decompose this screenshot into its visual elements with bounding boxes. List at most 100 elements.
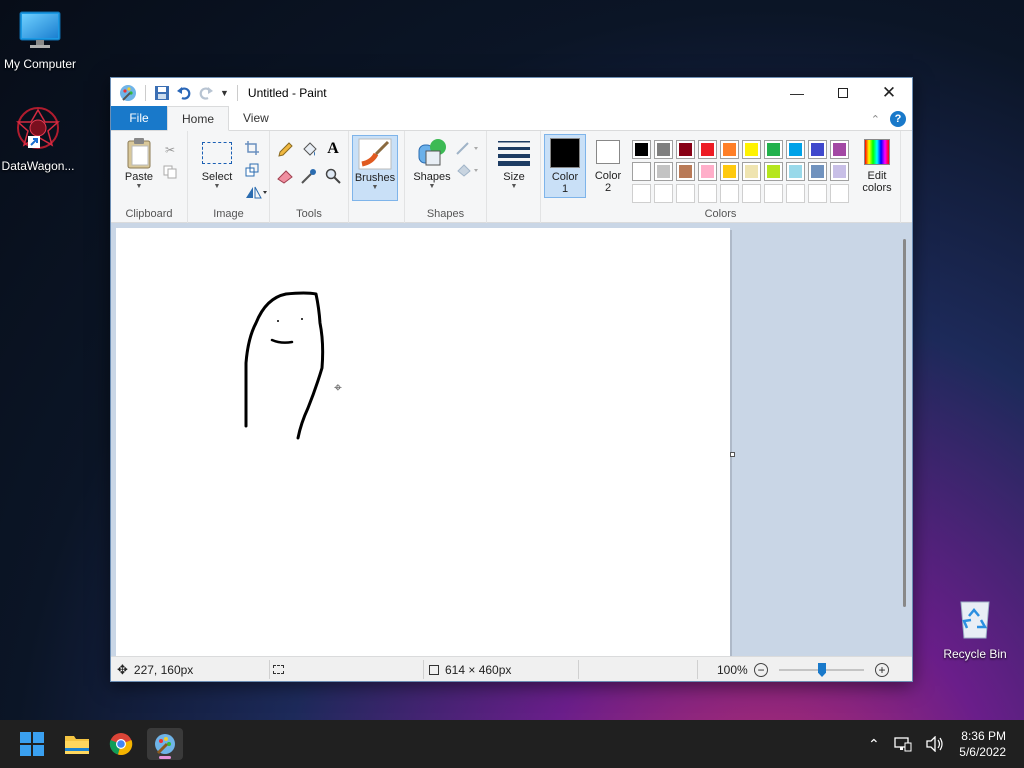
ribbon: Paste ▼ ✂ Clipboard Select ▼ Image A Too… (111, 131, 912, 223)
color-swatch[interactable] (676, 162, 695, 181)
color-swatch[interactable] (698, 162, 717, 181)
color-swatch-empty[interactable] (808, 184, 827, 203)
edit-colors-button[interactable]: Edit colors (855, 134, 899, 196)
clock[interactable]: 8:36 PM 5/6/2022 (959, 728, 1006, 760)
zoom-out-button[interactable]: − (754, 657, 768, 682)
color-swatch[interactable] (764, 140, 783, 159)
zoom-level: 100% (717, 662, 748, 677)
help-icon[interactable]: ? (890, 111, 906, 127)
color-swatch[interactable] (654, 140, 673, 159)
color-swatch[interactable] (698, 140, 717, 159)
shapes-icon (418, 139, 446, 166)
color2-button[interactable]: Color 2 (588, 134, 628, 196)
color-swatch[interactable] (742, 140, 761, 159)
color-palette (632, 140, 854, 208)
color-swatch[interactable] (720, 162, 739, 181)
color-swatch-empty[interactable] (632, 184, 651, 203)
desktop-icon-my-computer[interactable]: My Computer (0, 10, 80, 71)
cursor-position-icon: ✥ (117, 661, 128, 677)
copy-icon[interactable] (161, 163, 179, 181)
outline-icon[interactable] (455, 139, 481, 157)
taskbar-chrome[interactable] (103, 728, 139, 760)
customize-quick-access-icon[interactable]: ▼ (220, 88, 229, 98)
zoom-in-button[interactable]: + (875, 657, 889, 682)
color-swatch[interactable] (654, 162, 673, 181)
text-icon[interactable]: A (324, 140, 342, 158)
taskbar-paint[interactable] (147, 728, 183, 760)
zoom-slider[interactable] (779, 663, 864, 677)
color-swatch[interactable] (830, 140, 849, 159)
rotate-icon[interactable] (243, 183, 269, 201)
tab-file[interactable]: File (111, 106, 167, 130)
start-button[interactable] (14, 728, 50, 760)
color-swatch-empty[interactable] (676, 184, 695, 203)
color-swatch-empty[interactable] (830, 184, 849, 203)
color2-label-line1: Color (594, 170, 622, 182)
tab-view[interactable]: View (229, 106, 283, 130)
tab-home[interactable]: Home (167, 106, 230, 131)
show-hidden-icons-icon[interactable]: ⌃ (868, 736, 880, 753)
fill-icon[interactable] (455, 161, 481, 179)
group-label-image: Image (213, 208, 244, 220)
color-swatch[interactable] (808, 140, 827, 159)
volume-icon[interactable] (926, 736, 944, 752)
color1-button[interactable]: Color 1 (544, 134, 586, 198)
color-swatch[interactable] (742, 162, 761, 181)
color-swatch[interactable] (632, 162, 651, 181)
datawagon-logo-icon (16, 107, 60, 149)
paint-app-icon[interactable] (119, 84, 137, 102)
shapes-button[interactable]: Shapes ▼ (409, 135, 455, 197)
color-swatch[interactable] (720, 140, 739, 159)
minimize-button[interactable]: — (774, 78, 820, 107)
desktop-icon-datawagon[interactable]: DataWagon... (0, 106, 78, 173)
redo-icon[interactable] (198, 85, 214, 101)
divider (236, 84, 238, 101)
color-swatch[interactable] (786, 140, 805, 159)
chrome-icon (109, 733, 133, 755)
window-controls: — ✕ (774, 78, 912, 107)
eraser-icon[interactable] (276, 167, 294, 185)
group-shapes: Shapes ▼ Shapes (404, 131, 487, 223)
drawing (244, 291, 325, 440)
paste-button[interactable]: Paste ▼ (117, 135, 161, 197)
collapse-ribbon-icon[interactable]: ⌃ (871, 113, 880, 126)
color-swatch[interactable] (808, 162, 827, 181)
color2-label-line2: 2 (604, 182, 612, 194)
vertical-scrollbar[interactable] (903, 239, 906, 607)
desktop-icon-recycle-bin[interactable]: Recycle Bin (935, 598, 1015, 661)
resize-icon[interactable] (243, 161, 261, 179)
taskbar-file-explorer[interactable] (59, 728, 95, 760)
maximize-button[interactable] (820, 78, 866, 107)
pencil-icon[interactable] (276, 141, 294, 159)
chevron-down-icon: ▼ (510, 183, 518, 190)
color-swatch[interactable] (764, 162, 783, 181)
brushes-button[interactable]: Brushes ▼ (352, 135, 398, 201)
color-swatch-empty[interactable] (742, 184, 761, 203)
cut-icon[interactable]: ✂ (161, 141, 179, 159)
color-swatch-empty[interactable] (654, 184, 673, 203)
color-swatch[interactable] (676, 140, 695, 159)
magnifier-icon[interactable] (324, 167, 342, 185)
crop-icon[interactable] (243, 139, 261, 157)
color-swatch-empty[interactable] (720, 184, 739, 203)
select-button[interactable]: Select ▼ (194, 135, 240, 197)
size-button[interactable]: Size ▼ (492, 135, 536, 197)
network-icon[interactable] (894, 736, 912, 752)
fill-bucket-icon[interactable] (300, 141, 318, 159)
cursor-position: 227, 160px (133, 662, 194, 677)
drawing-canvas[interactable]: ⌖ (116, 228, 730, 656)
color-picker-icon[interactable] (300, 167, 318, 185)
ribbon-tabs: File Home View ⌃ ? (111, 106, 912, 131)
color-swatch-empty[interactable] (764, 184, 783, 203)
color-swatch[interactable] (830, 162, 849, 181)
color-swatch[interactable] (632, 140, 651, 159)
color-swatch-empty[interactable] (698, 184, 717, 203)
crosshair-cursor-icon: ⌖ (334, 379, 342, 395)
close-button[interactable]: ✕ (866, 78, 912, 107)
save-icon[interactable] (154, 85, 170, 101)
color-swatch-empty[interactable] (786, 184, 805, 203)
color-swatch[interactable] (786, 162, 805, 181)
zoom-slider-thumb[interactable] (818, 663, 826, 677)
undo-icon[interactable] (176, 85, 192, 101)
canvas-resize-handle[interactable] (730, 452, 735, 457)
